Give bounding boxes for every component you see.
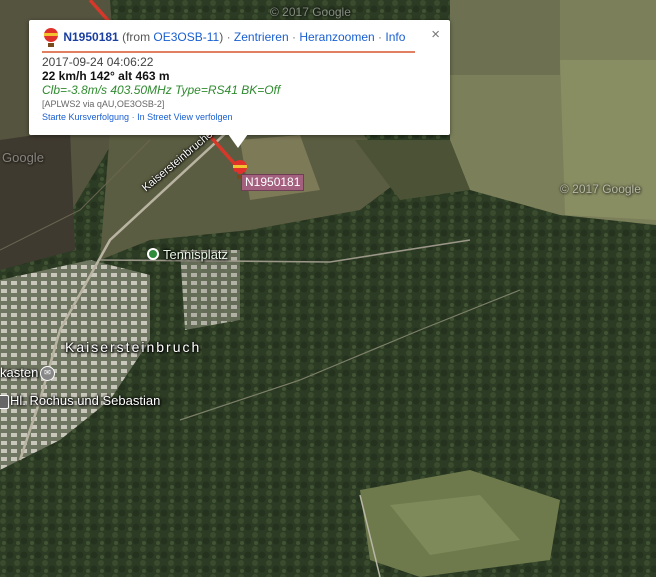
header-divider [42,51,415,53]
speed-line: 22 km/h 142° alt 463 m [42,69,170,83]
center-link[interactable]: Zentrieren [234,30,289,44]
kasten-label[interactable]: kasten [0,365,38,380]
callsign-link[interactable]: N1950181 [63,30,118,44]
field-east [560,60,656,220]
separator: · [131,112,135,122]
from-station-link[interactable]: OE3OSB-11 [153,30,219,44]
mail-icon[interactable]: ✉ [40,366,55,381]
tennis-label[interactable]: Tennisplatz [163,247,228,262]
church-icon[interactable] [0,395,9,409]
popup-bottom-links: Starte Kursverfolgung · In Street View v… [42,112,232,122]
street-view-link[interactable]: In Street View verfolgen [137,112,232,122]
separator: · [291,30,296,45]
timestamp: 2017-09-24 04:06:22 [42,55,154,69]
popup-tail [228,134,248,148]
village-label: Kaisersteinbruch [65,339,202,355]
separator: · [226,30,231,45]
from-close: ) [219,30,224,45]
close-icon[interactable]: × [431,26,440,43]
balloon-icon [44,28,58,47]
track-link[interactable]: Starte Kursverfolgung [42,112,129,122]
zoom-in-link[interactable]: Heranzoomen [299,30,374,44]
info-link[interactable]: Info [385,30,405,44]
map-watermark: © 2017 Google [270,5,351,19]
info-popup: N1950181 (from OE3OSB-11) · Zentrieren ·… [29,20,450,135]
map-watermark: © 2017 Google [560,182,641,196]
from-text: (from [122,30,151,45]
church-label[interactable]: Hl. Rochus und Sebastian [10,393,160,408]
separator: · [378,30,383,45]
map-watermark: Google [2,150,44,165]
popup-header: N1950181 (from OE3OSB-11) · Zentrieren ·… [42,28,405,48]
comment-line: Clb=-3.8m/s 403.50MHz Type=RS41 BK=Off [42,83,281,97]
marker-label[interactable]: N1950181 [241,174,305,191]
park-icon[interactable] [147,248,159,260]
path-line: [APLWS2 via qAU,OE3OSB-2] [42,99,165,109]
